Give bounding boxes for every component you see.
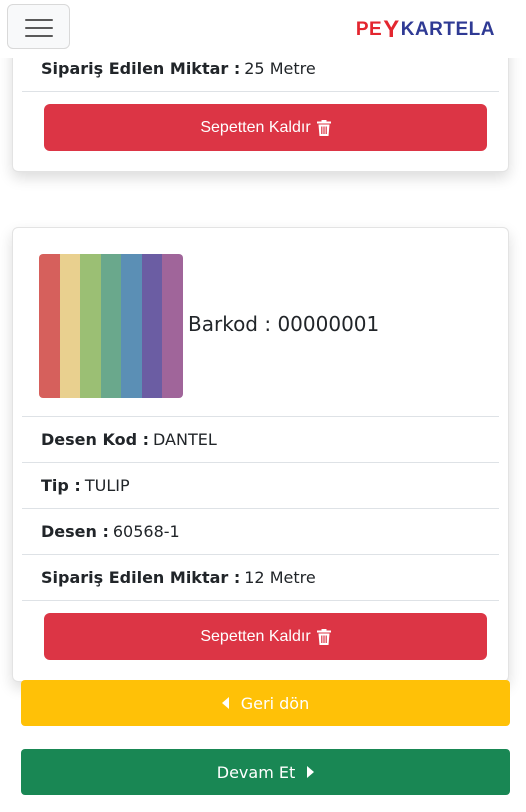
product-image bbox=[39, 254, 183, 398]
brand-logo-y: Y bbox=[383, 16, 400, 43]
type-value: TULIP bbox=[84, 476, 130, 495]
swatch-stripe bbox=[39, 254, 60, 398]
ordered-quantity-value: 12 Metre bbox=[244, 568, 316, 587]
cart-item-card: Barkod : 00000001 Desen Kod : DANTEL Tip… bbox=[12, 227, 509, 682]
ordered-quantity-row: Sipariş Edilen Miktar : 12 Metre bbox=[22, 555, 499, 601]
pattern-label: Desen : bbox=[41, 522, 109, 541]
pattern-code-label: Desen Kod : bbox=[41, 430, 149, 449]
hamburger-menu-icon-bar bbox=[25, 27, 53, 29]
navbar: PE Y KARTELA bbox=[0, 0, 526, 58]
ordered-quantity-label: Sipariş Edilen Miktar : bbox=[41, 59, 241, 78]
menu-toggle-button[interactable] bbox=[7, 4, 70, 49]
swatch-stripe bbox=[141, 254, 163, 398]
caret-right-icon bbox=[307, 766, 315, 778]
remove-from-cart-label: Sepetten Kaldır bbox=[200, 118, 311, 136]
product-header: Barkod : 00000001 bbox=[22, 228, 499, 417]
brand-logo-kartela: KARTELA bbox=[400, 19, 495, 40]
remove-from-cart-button[interactable]: Sepetten Kaldır bbox=[44, 613, 487, 660]
type-row: Tip : TULIP bbox=[22, 463, 499, 509]
brand-logo-pe: PE bbox=[355, 19, 383, 40]
back-button[interactable]: Geri dön bbox=[21, 680, 510, 726]
barcode-text: Barkod : 00000001 bbox=[188, 312, 380, 336]
swatch-stripe bbox=[59, 254, 81, 398]
swatch-stripe bbox=[121, 254, 142, 398]
type-label: Tip : bbox=[41, 476, 81, 495]
ordered-quantity-value: 25 Metre bbox=[244, 59, 316, 78]
caret-left-icon bbox=[221, 697, 229, 709]
hamburger-menu-icon bbox=[25, 19, 53, 21]
ordered-quantity-label: Sipariş Edilen Miktar : bbox=[41, 568, 241, 587]
remove-from-cart-label: Sepetten Kaldır bbox=[200, 627, 311, 645]
trash-icon bbox=[316, 119, 331, 136]
pattern-value: 60568-1 bbox=[112, 522, 180, 541]
pattern-code-value: DANTEL bbox=[153, 430, 217, 449]
pattern-row: Desen : 60568-1 bbox=[22, 509, 499, 555]
trash-icon bbox=[316, 628, 331, 645]
remove-from-cart-button[interactable]: Sepetten Kaldır bbox=[44, 104, 487, 151]
back-button-label: Geri dön bbox=[240, 693, 310, 713]
swatch-stripe bbox=[162, 254, 183, 398]
continue-button[interactable]: Devam Et bbox=[21, 749, 510, 795]
swatch-stripe bbox=[80, 254, 101, 398]
brand-logo[interactable]: PE Y KARTELA bbox=[356, 15, 495, 45]
swatch-stripe bbox=[100, 254, 122, 398]
hamburger-menu-icon-bar bbox=[25, 35, 53, 37]
pattern-code-row: Desen Kod : DANTEL bbox=[22, 417, 499, 463]
continue-button-label: Devam Et bbox=[216, 762, 296, 782]
